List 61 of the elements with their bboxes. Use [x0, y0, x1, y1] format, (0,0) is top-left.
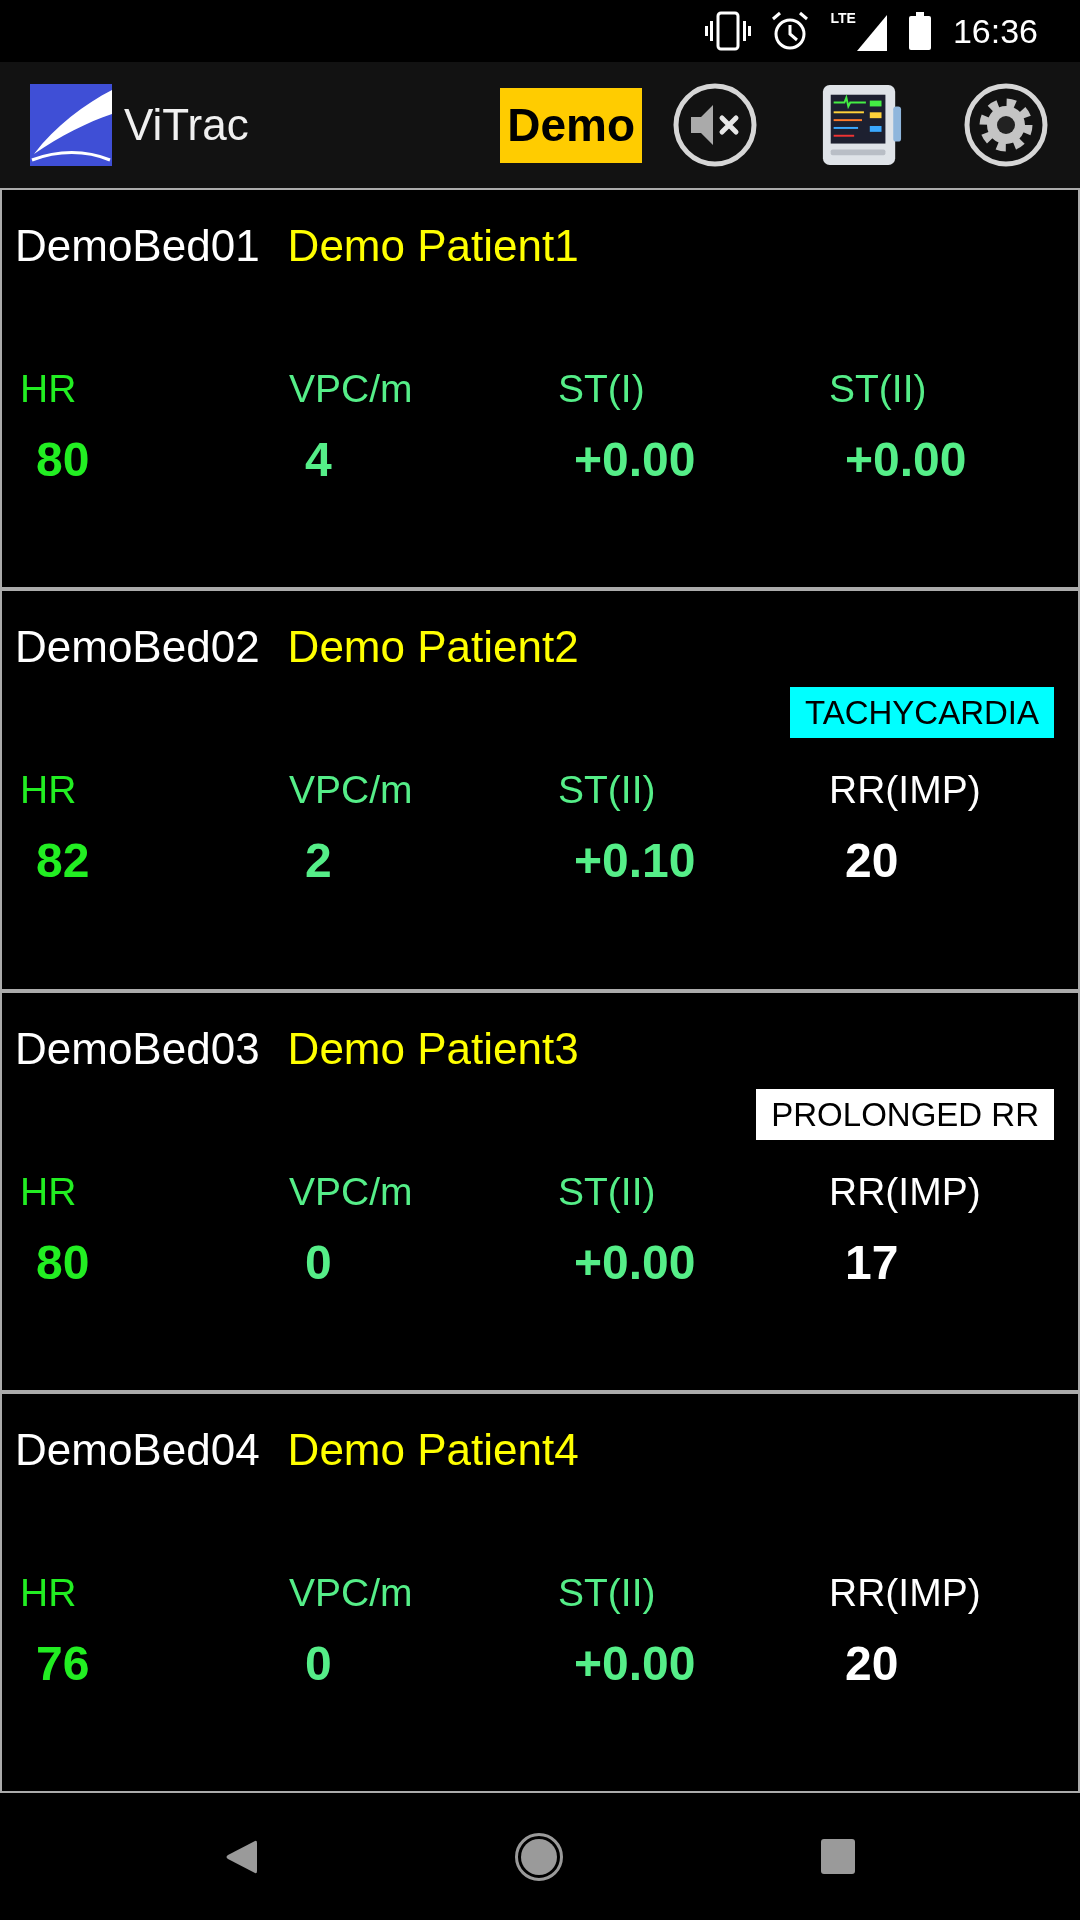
alarm-icon [770, 11, 809, 51]
back-icon[interactable] [225, 1838, 257, 1875]
parameter-value: 80 [36, 432, 90, 488]
patient-name: Demo Patient3 [287, 1023, 579, 1074]
home-icon[interactable] [515, 1832, 563, 1881]
parameter-value: 20 [845, 1635, 899, 1692]
parameter-value: +0.10 [574, 833, 696, 890]
parameter-label: ST(II) [558, 767, 656, 814]
parameter-label: RR(IMP) [829, 1168, 981, 1215]
parameter-label: RR(IMP) [829, 767, 981, 814]
parameter-value: +0.00 [574, 1635, 696, 1692]
patient-name: Demo Patient2 [287, 622, 579, 673]
parameter-label: ST(I) [558, 366, 645, 412]
bed-name: DemoBed01 [15, 221, 260, 271]
settings-button[interactable] [964, 83, 1048, 167]
logo-icon [30, 84, 112, 166]
parameter-label: VPC/m [289, 767, 413, 814]
parameter-label: VPC/m [289, 366, 413, 412]
parameter-label: ST(II) [829, 366, 927, 412]
app-title: ViTrac [124, 99, 249, 151]
alarm-message: TACHYCARDIA [789, 687, 1054, 739]
patient-name: Demo Patient1 [287, 221, 579, 271]
settings-icon [964, 83, 1048, 167]
alarm-message: PROLONGED RR [756, 1088, 1054, 1140]
parameter-value: 0 [305, 1234, 332, 1291]
parameter-label: VPC/m [289, 1569, 413, 1616]
parameter-value: 76 [36, 1635, 90, 1692]
parameter-value: 2 [305, 833, 332, 890]
vibrate-icon [704, 11, 751, 51]
demo-mode-indicator: Demo [500, 87, 642, 163]
parameter-value: +0.00 [574, 432, 696, 488]
parameter-value: 80 [36, 1234, 90, 1291]
bed-card[interactable]: DemoBed04 Demo Patient4 HR 76 VPC/m 0 ST(II) +0.00 RR(IMP) 20 [0, 1391, 1080, 1793]
parameter-label: HR [20, 1168, 77, 1215]
parameter-label: ST(II) [558, 1569, 656, 1616]
speaker-muted-icon [673, 83, 757, 167]
bed-card[interactable]: DemoBed02 Demo Patient2 TACHYCARDIA HR 82 VPC/m 2 ST(II) +0.10 RR(IMP) 20 [0, 589, 1080, 991]
bed-name: DemoBed03 [15, 1023, 260, 1074]
bed-card[interactable]: DemoBed01 Demo Patient1 HR 80 VPC/m 4 ST(I) +0.00 ST(II) +0.00 [0, 188, 1080, 590]
parameter-label: ST(II) [558, 1168, 656, 1215]
parameter-value: 20 [845, 833, 899, 890]
signal-icon [856, 15, 887, 51]
bed-name: DemoBed04 [15, 1424, 260, 1475]
parameter-value: +0.00 [574, 1234, 696, 1291]
parameter-label: RR(IMP) [829, 1569, 981, 1616]
parameter-value: +0.00 [845, 432, 967, 488]
network-type: LTE [830, 11, 856, 25]
parameter-label: HR [20, 366, 77, 412]
parameter-label: HR [20, 1569, 77, 1616]
mute-button[interactable] [673, 83, 757, 167]
parameter-value: 17 [845, 1234, 899, 1291]
bed-name: DemoBed02 [15, 622, 260, 673]
parameter-label: VPC/m [289, 1168, 413, 1215]
parameter-label: HR [20, 767, 77, 814]
patient-name: Demo Patient4 [287, 1424, 579, 1475]
parameter-value: 0 [305, 1635, 332, 1692]
battery-icon [908, 12, 931, 50]
bed-card[interactable]: DemoBed03 Demo Patient3 PROLONGED RR HR 80 VPC/m 0 ST(II) +0.00 RR(IMP) 17 [0, 990, 1080, 1392]
clock-time: 16:36 [952, 11, 1038, 51]
parameter-value: 82 [36, 833, 90, 890]
parameter-value: 4 [305, 432, 332, 488]
